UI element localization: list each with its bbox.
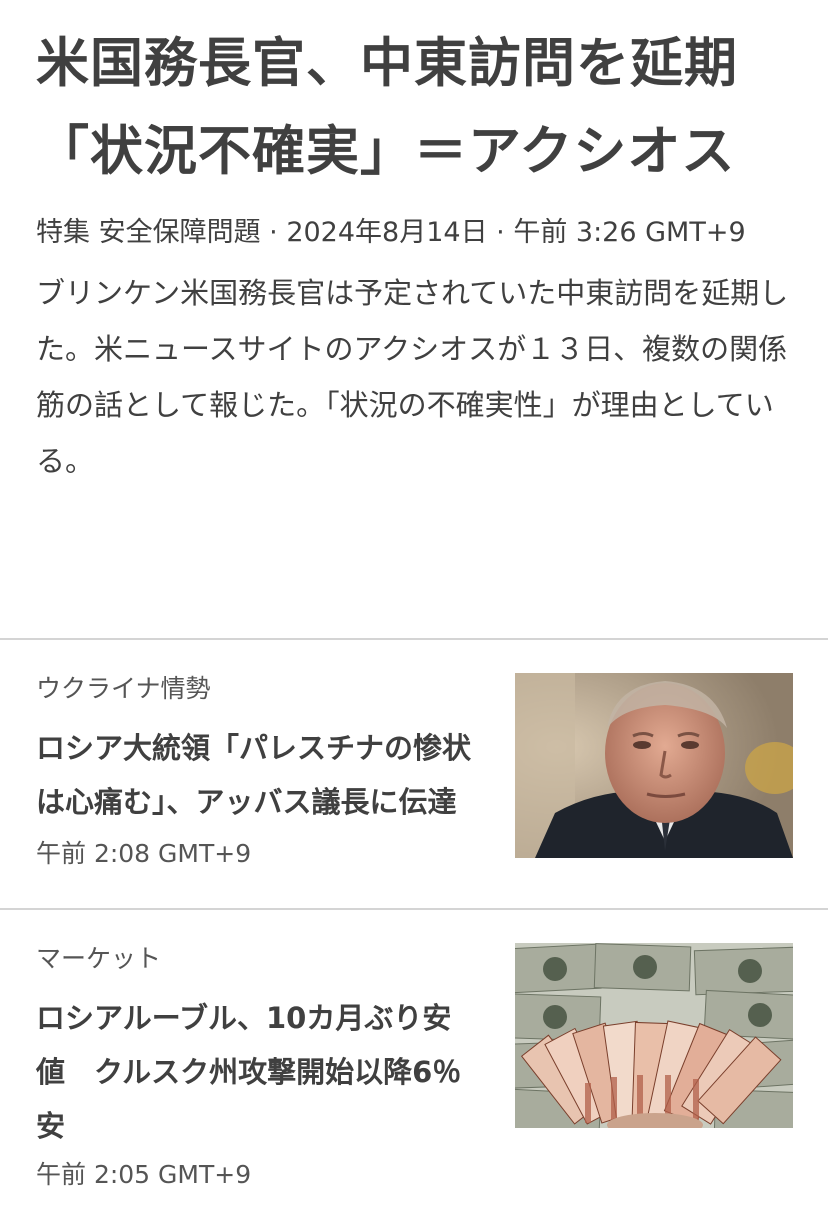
story-item[interactable]: ウクライナ情勢 ロシア大統領「パレスチナの惨状は心痛む」、アッバス議長に伝達 [36,673,476,829]
story-item[interactable]: マーケット ロシアルーブル、10カ月ぶり安値 クルスク州攻撃開始以降6％安 [36,943,476,1153]
story-thumbnail-portrait[interactable] [515,673,793,858]
portrait-image [515,673,793,858]
lead-article[interactable]: 米国務長官、中東訪問を延期 「状況不確実」＝アクシオス 特集 安全保障問題 · … [36,20,796,489]
lead-article-title[interactable]: 米国務長官、中東訪問を延期 「状況不確実」＝アクシオス [36,20,796,196]
lead-article-summary: ブリンケン米国務長官は予定されていた中東訪問を延期した。米ニュースサイトのアクシ… [36,276,789,478]
story-category[interactable]: ウクライナ情勢 [36,673,476,705]
divider [0,638,828,640]
story-time: 午前 2:05 GMT+9 [36,1160,252,1189]
divider [0,908,828,910]
lead-article-meta: 特集 安全保障問題 · 2024年8月14日 · 午前 3:26 GMT+9 [36,217,746,248]
currency-image [515,943,793,1128]
news-feed: 米国務長官、中東訪問を延期 「状況不確実」＝アクシオス 特集 安全保障問題 · … [0,0,828,1207]
story-title[interactable]: ロシア大統領「パレスチナの惨状は心痛む」、アッバス議長に伝達 [36,721,476,829]
story-title[interactable]: ロシアルーブル、10カ月ぶり安値 クルスク州攻撃開始以降6％安 [36,991,476,1153]
story-time: 午前 2:08 GMT+9 [36,839,252,868]
story-thumbnail-currency[interactable] [515,943,793,1128]
story-category[interactable]: マーケット [36,943,476,975]
